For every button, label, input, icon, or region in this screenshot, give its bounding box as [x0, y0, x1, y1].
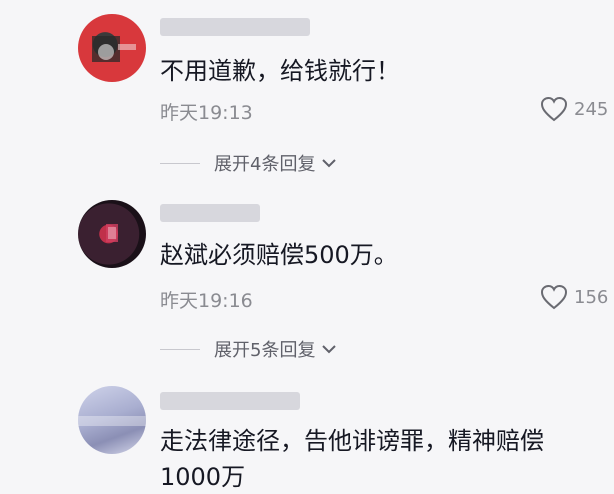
comment-text: 赵斌必须赔偿500万。 [160, 241, 398, 269]
expand-replies-button[interactable]: 展开4条回复 [160, 150, 337, 176]
avatar[interactable] [78, 200, 146, 268]
heart-outline-icon [540, 284, 568, 310]
like-button[interactable]: 156 [540, 284, 608, 310]
expand-replies-label: 展开4条回复 [214, 154, 316, 175]
comment-text-line-2: 1000万 [160, 463, 246, 491]
avatar-image [106, 224, 118, 242]
username-blurred[interactable] [160, 392, 300, 410]
chevron-down-icon [322, 345, 337, 354]
comment-text-line-1: 走法律途径，告他诽谤罪，精神赔偿 [160, 427, 544, 455]
username-blurred[interactable] [160, 204, 260, 222]
heart-outline-icon [540, 96, 568, 122]
divider-line [160, 162, 200, 164]
username-blurred[interactable] [160, 18, 310, 36]
like-count: 156 [574, 286, 609, 308]
chevron-down-icon [322, 159, 337, 168]
expand-replies-label: 展开5条回复 [214, 340, 316, 361]
like-button[interactable]: 245 [540, 96, 608, 122]
comment-text: 不用道歉，给钱就行！ [160, 57, 400, 85]
avatar-image [78, 416, 146, 426]
expand-replies-button[interactable]: 展开5条回复 [160, 336, 337, 362]
avatar-image [92, 36, 136, 62]
divider-line [160, 348, 200, 350]
avatar[interactable] [78, 386, 146, 454]
comment-time: 昨天19:13 [160, 102, 253, 124]
avatar[interactable] [78, 14, 146, 82]
like-count: 245 [574, 98, 609, 120]
comment-time: 昨天19:16 [160, 290, 253, 312]
